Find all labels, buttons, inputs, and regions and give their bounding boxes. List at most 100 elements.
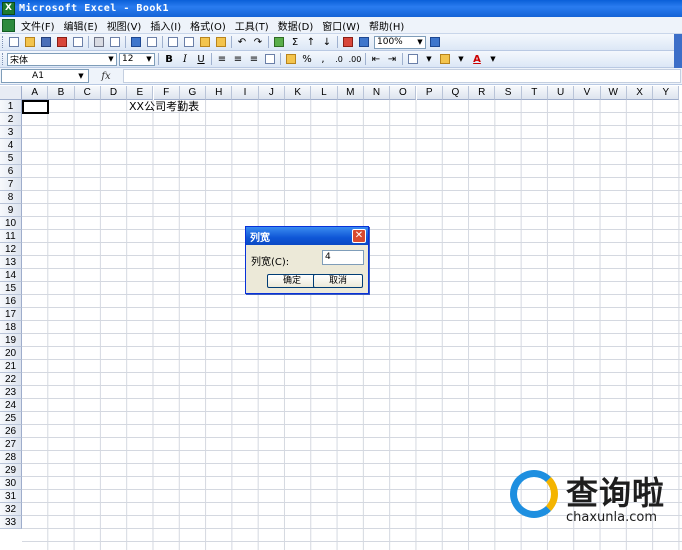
increase-decimal-icon[interactable]: .0 <box>332 53 346 66</box>
menu-window[interactable]: 窗口(W) <box>322 18 360 33</box>
column-header[interactable]: Y <box>653 86 680 100</box>
column-header[interactable]: T <box>521 86 548 100</box>
column-header[interactable]: S <box>495 86 522 100</box>
research-button[interactable] <box>145 36 159 49</box>
paste-button[interactable] <box>198 36 212 49</box>
new-button[interactable] <box>7 36 21 49</box>
chevron-down-icon[interactable]: ▼ <box>415 37 425 48</box>
active-cell-a1[interactable] <box>22 100 49 114</box>
column-header[interactable]: V <box>574 86 601 100</box>
spelling-button[interactable] <box>129 36 143 49</box>
drawing-button[interactable] <box>357 36 371 49</box>
column-header[interactable]: E <box>127 86 154 100</box>
row-header[interactable]: 23 <box>0 386 22 399</box>
autosum-button[interactable]: Σ <box>288 36 302 49</box>
row-header[interactable]: 13 <box>0 256 22 269</box>
font-name-select[interactable]: 宋体 ▼ <box>7 52 117 66</box>
row-header[interactable]: 30 <box>0 477 22 490</box>
column-header[interactable]: R <box>469 86 496 100</box>
column-header[interactable]: Q <box>442 86 470 100</box>
help-button[interactable] <box>428 36 442 49</box>
menu-tools[interactable]: 工具(T) <box>235 18 269 33</box>
chevron-down-icon[interactable]: ▼ <box>74 72 88 80</box>
hyperlink-button[interactable] <box>272 36 286 49</box>
row-header[interactable]: 1 <box>0 100 22 113</box>
row-header[interactable]: 7 <box>0 178 22 191</box>
fill-color-button[interactable] <box>438 53 452 66</box>
row-header[interactable]: 33 <box>0 516 22 529</box>
toolbar-grip[interactable] <box>2 53 5 65</box>
sort-descending-icon[interactable]: ↓ <box>320 36 334 49</box>
row-header[interactable]: 14 <box>0 269 22 282</box>
row-header[interactable]: 6 <box>0 165 22 178</box>
column-header[interactable]: C <box>74 86 101 100</box>
column-header[interactable]: B <box>48 86 75 100</box>
format-painter-button[interactable] <box>214 36 228 49</box>
chevron-down-icon[interactable]: ▼ <box>144 54 154 65</box>
font-size-select[interactable]: 12 ▼ <box>119 52 155 66</box>
copy-button[interactable] <box>182 36 196 49</box>
row-header[interactable]: 31 <box>0 490 22 503</box>
row-header[interactable]: 22 <box>0 373 22 386</box>
row-header[interactable]: 15 <box>0 282 22 295</box>
row-header[interactable]: 19 <box>0 334 22 347</box>
borders-button[interactable] <box>406 53 420 66</box>
column-header[interactable]: H <box>206 86 233 100</box>
permission-button[interactable] <box>55 36 69 49</box>
column-header[interactable]: L <box>311 86 338 100</box>
row-header[interactable]: 28 <box>0 451 22 464</box>
currency-button[interactable] <box>284 53 298 66</box>
row-header[interactable]: 3 <box>0 126 22 139</box>
chevron-down-icon[interactable]: ▼ <box>486 53 500 66</box>
formula-input[interactable] <box>123 69 681 83</box>
column-header[interactable]: X <box>626 86 654 100</box>
row-header[interactable]: 25 <box>0 412 22 425</box>
undo-icon[interactable]: ↶ <box>235 36 249 49</box>
sort-ascending-icon[interactable]: ↑ <box>304 36 318 49</box>
row-header[interactable]: 20 <box>0 347 22 360</box>
row-header[interactable]: 32 <box>0 503 22 516</box>
chevron-down-icon[interactable]: ▼ <box>106 54 116 65</box>
ok-button[interactable]: 确定 <box>267 274 317 288</box>
row-header[interactable]: 5 <box>0 152 22 165</box>
italic-button[interactable]: I <box>178 53 192 66</box>
select-all-corner[interactable] <box>0 86 22 100</box>
bold-button[interactable]: B <box>162 53 176 66</box>
row-header[interactable]: 16 <box>0 295 22 308</box>
menu-file[interactable]: 文件(F) <box>21 18 55 33</box>
row-header[interactable]: 2 <box>0 113 22 126</box>
column-header[interactable]: K <box>285 86 312 100</box>
menu-data[interactable]: 数据(D) <box>278 18 314 33</box>
column-header[interactable]: A <box>22 86 49 100</box>
column-header[interactable]: D <box>100 86 128 100</box>
row-header[interactable]: 12 <box>0 243 22 256</box>
dialog-title-bar[interactable]: 列宽 ✕ <box>246 227 368 245</box>
row-header[interactable]: 10 <box>0 217 22 230</box>
align-right-icon[interactable]: ≡ <box>247 53 261 66</box>
print-button[interactable] <box>92 36 106 49</box>
column-header[interactable]: G <box>179 86 207 100</box>
menu-insert[interactable]: 插入(I) <box>150 18 181 33</box>
redo-icon[interactable]: ↷ <box>251 36 265 49</box>
toolbar-options-button[interactable] <box>674 33 682 51</box>
name-box[interactable]: A1 ▼ <box>1 69 89 83</box>
align-center-icon[interactable]: ≡ <box>231 53 245 66</box>
font-color-button[interactable]: A <box>470 53 484 66</box>
column-header[interactable]: N <box>363 86 391 100</box>
merge-center-button[interactable] <box>263 53 277 66</box>
row-header[interactable]: 24 <box>0 399 22 412</box>
increase-indent-icon[interactable]: ⇥ <box>385 53 399 66</box>
row-header[interactable]: 21 <box>0 360 22 373</box>
column-header[interactable]: U <box>548 86 575 100</box>
row-header[interactable]: 11 <box>0 230 22 243</box>
comma-button[interactable]: , <box>316 53 330 66</box>
decrease-indent-icon[interactable]: ⇤ <box>369 53 383 66</box>
column-header[interactable]: F <box>153 86 180 100</box>
percent-button[interactable]: % <box>300 53 314 66</box>
column-header[interactable]: W <box>600 86 627 100</box>
toolbar-grip[interactable] <box>2 36 5 48</box>
chevron-down-icon[interactable]: ▼ <box>422 53 436 66</box>
row-header[interactable]: 18 <box>0 321 22 334</box>
zoom-select[interactable]: 100% ▼ <box>374 35 426 49</box>
menu-edit[interactable]: 编辑(E) <box>64 18 98 33</box>
